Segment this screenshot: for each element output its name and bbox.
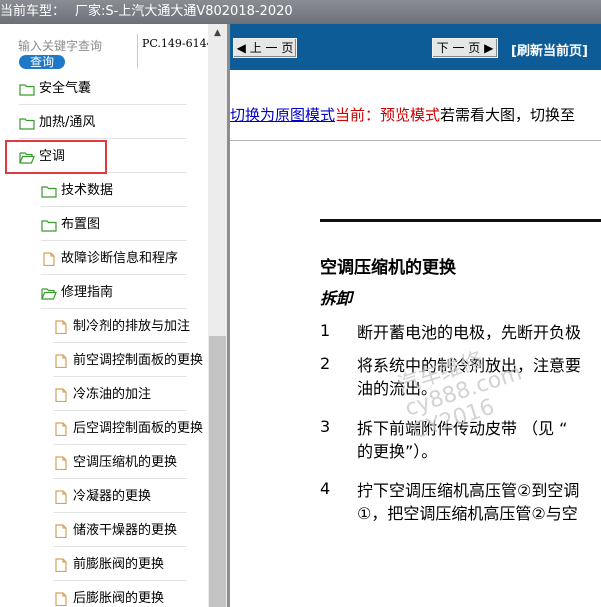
tree-row-divider — [53, 444, 187, 445]
tree-item[interactable]: 冷凝器的更换 — [53, 480, 187, 513]
refresh-page-link[interactable]: [刷新当前页] — [511, 40, 588, 59]
switch-original-mode-link[interactable]: 切换为原图模式 — [230, 106, 335, 124]
tree-item[interactable]: 布置图 — [41, 208, 187, 241]
tree-item[interactable]: 空调压缩机的更换 — [53, 446, 187, 479]
tree-item-label: 布置图 — [61, 216, 101, 232]
tree-item[interactable]: 修理指南 — [41, 276, 187, 309]
content-panel: ◀ 上 一 页 下 一 页 ▶ [刷新当前页] 切换为原图模式当前：预览模式若需… — [227, 24, 601, 607]
document-view: 空调压缩机的更换 拆卸 1 断开蓄电池的电极，先断开负极 2 将系统中的制冷剂放出，注… — [230, 140, 601, 607]
mode-line: 切换为原图模式当前：预览模式若需看大图，切换至 — [230, 104, 575, 125]
tree-item[interactable]: 储液干燥器的更换 — [53, 514, 187, 547]
title-model: 厂家:S-上汽大通大通V802018-2020 — [75, 4, 293, 19]
tree-item[interactable]: 后膨胀阀的更换 — [53, 582, 187, 607]
step-number: 4 — [320, 479, 331, 498]
tree-item[interactable]: 冷冻油的加注 — [53, 378, 187, 411]
tree-row-divider — [53, 580, 187, 581]
prev-arrow-icon: ◀ — [236, 41, 246, 55]
page-code: PC.149-6144 — [142, 37, 214, 50]
next-arrow-icon: ▶ — [484, 41, 494, 55]
tree-item[interactable]: 前空调控制面板的更换 — [53, 344, 203, 377]
search-area: 查询 PC.149-6144 — [0, 24, 214, 70]
doc-title: 空调压缩机的更换 — [320, 258, 456, 278]
tree-item-label: 前膨胀阀的更换 — [73, 556, 165, 572]
doc-top-rule — [320, 219, 601, 222]
document-icon — [53, 523, 69, 538]
doc-subtitle: 拆卸 — [320, 289, 353, 308]
left-panel: 查询 PC.149-6144 安全气囊加热/通风空调技术数据布置图故障诊断信息和… — [0, 24, 227, 607]
tree-scrollbar[interactable]: ▲ — [208, 24, 227, 607]
tree-item-label: 加热/通风 — [39, 114, 96, 130]
tree-row-divider — [19, 138, 187, 139]
document-icon — [41, 251, 57, 266]
tree-item-label: 后膨胀阀的更换 — [73, 590, 165, 606]
folder-open-icon — [41, 286, 57, 300]
tree-row-divider — [19, 104, 187, 105]
tree-row-divider — [53, 546, 187, 547]
tree-row-divider — [41, 240, 187, 241]
page-nav-bar: ◀ 上 一 页 下 一 页 ▶ [刷新当前页] — [227, 24, 601, 70]
prev-page-label: 上 一 页 — [249, 41, 294, 55]
tree-row-divider — [41, 308, 187, 309]
document-icon — [53, 557, 69, 572]
document-icon — [53, 387, 69, 402]
tree-item-label: 冷冻油的加注 — [73, 386, 152, 402]
tree-row-divider — [53, 478, 187, 479]
current-mode-label: 当前：预览模式 — [335, 106, 441, 124]
step-text: 拧下空调压缩机高压管②到空调 — [357, 481, 580, 500]
tree-item-label: 后空调控制面板的更换 — [73, 420, 204, 436]
step-number: 3 — [320, 417, 331, 436]
step-text: 断开蓄电池的电极，先断开负极 — [357, 323, 582, 342]
document-icon — [53, 421, 69, 436]
document-icon — [53, 489, 69, 504]
tree-item[interactable]: 加热/通风 — [19, 106, 187, 139]
tree-item-label: 制冷剂的排放与加注 — [73, 318, 191, 334]
tree-row-divider — [53, 410, 187, 411]
tree-item[interactable]: 制冷剂的排放与加注 — [53, 310, 191, 343]
document-icon — [53, 353, 69, 368]
next-page-label: 下 一 页 — [436, 41, 481, 55]
tree-row-divider — [41, 274, 187, 275]
tree-item[interactable]: 前膨胀阀的更换 — [53, 548, 187, 581]
tree-item-label: 前空调控制面板的更换 — [73, 352, 204, 368]
folder-icon — [41, 184, 57, 198]
step-text: 的更换”）。 — [357, 442, 438, 461]
document-icon — [53, 455, 69, 470]
tree-item-label: 储液干燥器的更换 — [73, 522, 178, 538]
next-page-button[interactable]: 下 一 页 ▶ — [432, 38, 498, 58]
step-text: ①，把空调压缩机高压管②与空 — [357, 504, 578, 523]
tree-item-label: 技术数据 — [61, 182, 114, 198]
tree-row-divider — [53, 342, 187, 343]
tree-item-label: 空调压缩机的更换 — [73, 454, 178, 470]
document-icon — [53, 591, 69, 606]
folder-icon — [41, 218, 57, 232]
search-button[interactable]: 查询 — [19, 55, 65, 69]
folder-icon — [19, 116, 35, 130]
title-bar: 当前车型： 厂家:S-上汽大通大通V802018-2020 — [0, 0, 601, 24]
tree-item-label: 冷凝器的更换 — [73, 488, 152, 504]
scroll-thumb[interactable] — [209, 336, 226, 607]
tree-item[interactable]: 故障诊断信息和程序 — [41, 242, 187, 275]
mode-hint: 若需看大图，切换至 — [440, 106, 576, 124]
tree-item[interactable]: 后空调控制面板的更换 — [53, 412, 203, 445]
tree-row-divider — [41, 206, 187, 207]
tree-row-divider — [53, 512, 187, 513]
step-number: 1 — [320, 321, 331, 340]
tree-row-divider — [53, 376, 187, 377]
selected-highlight — [5, 140, 107, 174]
scroll-up-arrow-icon[interactable]: ▲ — [208, 24, 227, 42]
prev-page-button[interactable]: ◀ 上 一 页 — [233, 38, 297, 58]
tree-item-label: 故障诊断信息和程序 — [61, 250, 179, 266]
tree-item-label: 安全气囊 — [39, 80, 92, 96]
step-number: 2 — [320, 354, 331, 373]
tree-item[interactable]: 安全气囊 — [19, 72, 187, 105]
search-divider — [137, 34, 138, 68]
tree-item-label: 修理指南 — [61, 284, 114, 300]
tree-item[interactable]: 技术数据 — [41, 174, 187, 207]
document-icon — [53, 319, 69, 334]
title-label: 当前车型： — [0, 4, 66, 19]
folder-icon — [19, 82, 35, 96]
search-input[interactable] — [18, 38, 108, 54]
